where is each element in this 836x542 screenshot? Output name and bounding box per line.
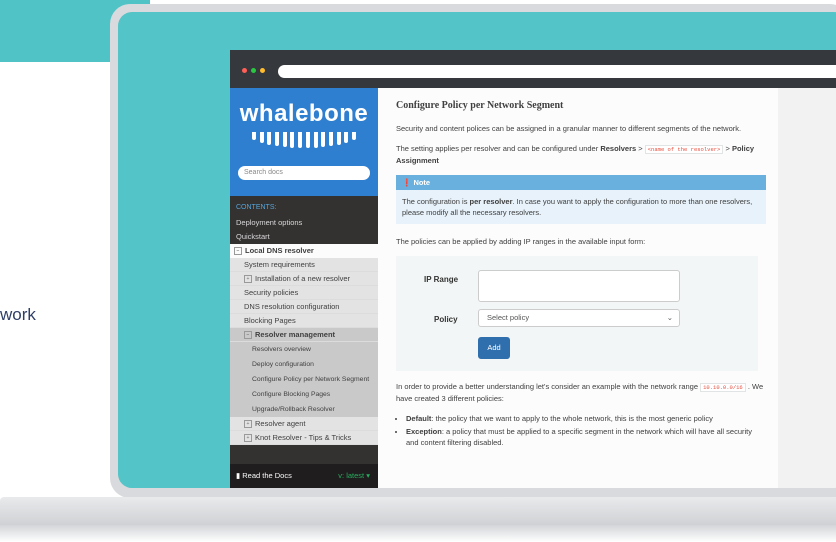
policy-label: Policy bbox=[434, 315, 458, 324]
add-button[interactable]: Add bbox=[478, 337, 510, 359]
expand-icon[interactable]: + bbox=[244, 420, 252, 429]
laptop-screen: whalebone Search docs CONTENTS: Deployme… bbox=[118, 12, 836, 488]
address-bar[interactable] bbox=[278, 65, 836, 78]
sidebar-nav: CONTENTS: Deployment options Quickstart … bbox=[230, 196, 378, 445]
list-item: Default: the policy that we want to appl… bbox=[406, 413, 766, 424]
right-gutter bbox=[778, 88, 836, 488]
sidebar-item-deploy-configuration[interactable]: Deploy configuration bbox=[230, 357, 378, 372]
side-heading-fragment: work bbox=[0, 305, 36, 324]
whalebone-logo-bars-icon bbox=[252, 132, 356, 148]
policies-paragraph: The policies can be applied by adding IP… bbox=[396, 237, 646, 246]
network-range-code: 10.10.0.0/16 bbox=[700, 383, 746, 392]
collapse-icon[interactable]: − bbox=[244, 331, 252, 340]
laptop-base bbox=[0, 497, 836, 525]
sidebar-item-system-requirements[interactable]: System requirements bbox=[230, 258, 378, 272]
sidebar-item-local-dns-resolver[interactable]: − Local DNS resolver bbox=[230, 244, 378, 258]
sidebar-item-security-policies[interactable]: Security policies bbox=[230, 286, 378, 300]
sidebar-item-quickstart[interactable]: Quickstart bbox=[230, 230, 378, 244]
note-body: The configuration is per resolver. In ca… bbox=[402, 197, 753, 217]
sidebar-item-configure-blocking-pages[interactable]: Configure Blocking Pages bbox=[230, 387, 378, 402]
intro-paragraph: Security and content polices can be assi… bbox=[396, 124, 742, 133]
info-icon: ❗ bbox=[402, 178, 412, 187]
whalebone-logo[interactable]: whalebone bbox=[230, 100, 378, 128]
note-admonition: ❗ Note The configuration is per resolver… bbox=[396, 175, 766, 224]
expand-icon[interactable]: + bbox=[244, 434, 252, 443]
sidebar-item-resolver-management[interactable]: − Resolver management bbox=[230, 328, 378, 342]
maximize-window-icon[interactable] bbox=[260, 68, 265, 73]
sidebar-item-knot-resolver-tips[interactable]: + Knot Resolver - Tips & Tricks bbox=[230, 431, 378, 445]
list-item: Exception: a policy that must be applied… bbox=[406, 426, 766, 448]
policy-list: Default: the policy that we want to appl… bbox=[396, 413, 766, 448]
document-body: Configure Policy per Network Segment Sec… bbox=[396, 100, 766, 450]
search-docs-input[interactable]: Search docs bbox=[238, 166, 370, 180]
sidebar-item-blocking-pages[interactable]: Blocking Pages bbox=[230, 314, 378, 328]
example-paragraph: In order to provide a better understandi… bbox=[396, 382, 764, 403]
sidebar-item-configure-policy[interactable]: Configure Policy per Network Segment bbox=[230, 372, 378, 387]
version-selector[interactable]: v: latest ▾ bbox=[338, 464, 370, 488]
docs-sidebar: whalebone Search docs CONTENTS: Deployme… bbox=[230, 88, 378, 488]
book-icon: ▮ bbox=[236, 471, 241, 480]
expand-icon[interactable]: + bbox=[244, 275, 252, 284]
collapse-icon[interactable]: − bbox=[234, 247, 242, 256]
sidebar-item-resolver-agent[interactable]: + Resolver agent bbox=[230, 417, 378, 431]
sidebar-item-upgrade-rollback[interactable]: Upgrade/Rollback Resolver bbox=[230, 402, 378, 417]
ip-range-form: IP Range Policy Select policy ⌄ Add bbox=[396, 256, 758, 371]
browser-titlebar bbox=[230, 50, 836, 88]
chevron-down-icon: ⌄ bbox=[666, 313, 673, 322]
contents-caption: CONTENTS: bbox=[236, 204, 277, 211]
minimize-window-icon[interactable] bbox=[251, 68, 256, 73]
laptop-frame: whalebone Search docs CONTENTS: Deployme… bbox=[110, 4, 836, 498]
read-the-docs-label: Read the Docs bbox=[242, 471, 292, 480]
close-window-icon[interactable] bbox=[242, 68, 247, 73]
logo-area: whalebone Search docs bbox=[230, 88, 378, 196]
ip-range-label: IP Range bbox=[424, 275, 459, 284]
sidebar-item-deployment-options[interactable]: Deployment options bbox=[230, 216, 378, 230]
note-title: ❗ Note bbox=[396, 175, 766, 190]
browser-window: whalebone Search docs CONTENTS: Deployme… bbox=[230, 50, 836, 488]
page-title: Configure Policy per Network Segment bbox=[396, 100, 564, 111]
sidebar-item-resolvers-overview[interactable]: Resolvers overview bbox=[230, 342, 378, 357]
sidebar-item-dns-resolution-configuration[interactable]: DNS resolution configuration bbox=[230, 300, 378, 314]
sidebar-item-installation[interactable]: + Installation of a new resolver bbox=[230, 272, 378, 286]
ip-range-input[interactable] bbox=[478, 270, 680, 302]
resolver-name-code: <name of the resolver> bbox=[644, 145, 724, 154]
read-the-docs-bar[interactable]: ▮ Read the Docs v: latest ▾ bbox=[230, 464, 378, 488]
docs-content: Configure Policy per Network Segment Sec… bbox=[378, 88, 778, 488]
policy-select[interactable]: Select policy ⌄ bbox=[478, 309, 680, 327]
caret-down-icon: ▾ bbox=[366, 471, 370, 480]
setting-paragraph: The setting applies per resolver and can… bbox=[396, 144, 755, 165]
laptop-base-shadow bbox=[0, 525, 836, 542]
